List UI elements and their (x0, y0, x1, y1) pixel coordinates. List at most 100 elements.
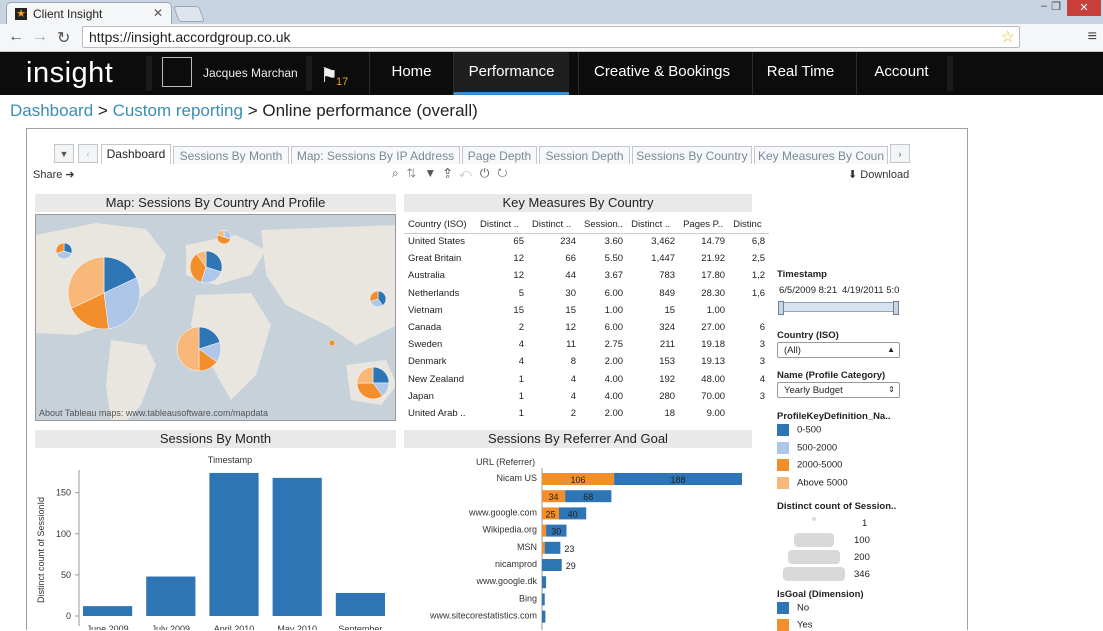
table-cell: 4 (518, 356, 524, 368)
table-cell: 153 (659, 356, 676, 368)
legend-item[interactable]: 500-2000 (777, 441, 837, 454)
reload-icon[interactable]: ↻ (57, 28, 70, 48)
tab-scroll-left-icon[interactable]: ‹ (78, 144, 98, 163)
url-text: https://insight.accordgroup.co.uk (89, 29, 291, 45)
minimize-icon[interactable]: ‒ (1041, 0, 1047, 12)
breadcrumb-separator: > (247, 101, 263, 120)
nav-real-time[interactable]: Real Time (752, 52, 848, 95)
bar[interactable] (209, 472, 259, 616)
nav-performance[interactable]: Performance (453, 52, 569, 95)
bar-segment-yes[interactable] (542, 541, 545, 554)
nav-home[interactable]: Home (369, 52, 453, 95)
country-dropdown[interactable]: (All) ▲ (777, 342, 900, 358)
slider-start-handle[interactable] (778, 301, 784, 315)
tab-sessions-by-month[interactable]: Sessions By Month (173, 146, 289, 164)
bar-segment-yes[interactable] (542, 524, 547, 537)
nav-creative-bookings[interactable]: Creative & Bookings (578, 52, 745, 95)
table-row[interactable]: Vietnam 15 15 1.00 15 1.00 (404, 302, 769, 319)
tab-page-depth[interactable]: Page Depth (462, 146, 537, 164)
bar[interactable] (335, 592, 385, 616)
slider-end-handle[interactable] (893, 301, 899, 315)
legend-item[interactable]: Above 5000 (777, 476, 848, 489)
bar-segment-no[interactable] (542, 593, 545, 606)
data-label: 23 (564, 544, 574, 554)
bar[interactable] (83, 606, 133, 616)
share-button[interactable]: Share ➜ (33, 168, 75, 181)
legend-item[interactable]: 0-500 (777, 424, 821, 436)
table-row[interactable]: United States 65 234 3.60 3,462 14.79 6,8 (404, 233, 769, 250)
bar-segment-no[interactable] (542, 576, 547, 589)
map-pie-slice[interactable] (328, 339, 336, 347)
referrer-chart[interactable]: URL (Referrer) Nicam US 106 188 34 68 www.goog… (404, 450, 774, 630)
goal-legend-title: IsGoal (Dimension) (777, 589, 864, 600)
table-row[interactable]: Netherlands 5 30 6.00 849 28.30 1,6 (404, 285, 769, 302)
new-tab-button[interactable] (173, 6, 205, 22)
bar-segment-no[interactable] (544, 541, 561, 554)
table-row[interactable]: Sweden 4 11 2.75 211 19.18 3 (404, 336, 769, 353)
back-arrow-icon[interactable]: ← (8, 28, 24, 46)
tab-session-depth[interactable]: Session Depth (539, 146, 630, 164)
x-axis-title: Timestamp (208, 455, 252, 465)
table-cell: 27.00 (701, 322, 726, 334)
sessions-map[interactable]: About Tableau maps: www.tableausoftware.… (35, 214, 396, 421)
bar[interactable] (272, 477, 322, 616)
filter-icon[interactable]: ▼ (424, 166, 444, 180)
export-icon[interactable]: ⇪ (444, 166, 459, 180)
table-row[interactable]: Japan 1 4 4.00 280 70.00 3 (404, 388, 769, 405)
forward-arrow-icon[interactable]: → (32, 28, 48, 46)
breadcrumb-dashboard[interactable]: Dashboard (10, 101, 93, 120)
find-icon[interactable]: ⌕ (392, 166, 407, 180)
download-button[interactable]: ⬇ Download (848, 168, 909, 181)
tab-dashboard[interactable]: Dashboard (101, 144, 171, 164)
profile-dropdown[interactable]: Yearly Budget ⇕ (777, 382, 900, 398)
tab-map-sessions-by-ip[interactable]: Map: Sessions By IP Address (291, 146, 460, 164)
bookmark-star-icon[interactable]: ☆ (1001, 27, 1015, 47)
tab-list-dropdown-icon[interactable]: ▼ (54, 144, 74, 163)
address-bar[interactable]: https://insight.accordgroup.co.uk ☆ (82, 26, 1020, 48)
table-row[interactable]: Great Britain 12 66 5.50 1,447 21.92 2,5 (404, 250, 769, 267)
column-header[interactable]: Distinc (729, 216, 770, 234)
bar[interactable] (146, 576, 196, 616)
table-row[interactable]: New Zealand 1 4 4.00 192 48.00 4 (404, 371, 769, 388)
logo[interactable]: insight (26, 57, 113, 90)
column-header[interactable]: Distinct .. (627, 216, 680, 234)
timestamp-slider[interactable] (778, 301, 899, 315)
browser-tab[interactable]: ★ Client Insight ✕ (6, 2, 172, 24)
tab-scroll-right-icon[interactable]: › (890, 144, 910, 163)
maximize-icon[interactable]: ❐ (1051, 0, 1061, 13)
table-row[interactable]: Australia 12 44 3.67 783 17.80 1,2 (404, 267, 769, 284)
table-row[interactable]: Canada 2 12 6.00 324 27.00 6 (404, 319, 769, 336)
legend-item[interactable]: No (777, 602, 809, 614)
map-credit[interactable]: About Tableau maps: www.tableausoftware.… (39, 408, 268, 418)
close-tab-icon[interactable]: ✕ (153, 6, 163, 20)
map-pie-slice[interactable] (372, 366, 390, 384)
sort-icon[interactable]: ⇅ (407, 166, 425, 180)
column-header[interactable]: Session.. (580, 216, 628, 234)
sessions-by-month-chart[interactable]: Timestamp Distinct count of SessionId 0 50 1… (35, 450, 396, 630)
tab-sessions-by-country[interactable]: Sessions By Country (632, 146, 752, 164)
nav-account[interactable]: Account (856, 52, 946, 95)
bar-segment-no[interactable] (542, 559, 562, 571)
refresh-icon[interactable]: ↻ (497, 166, 515, 180)
table-cell: 4.00 (604, 373, 624, 385)
browser-menu-icon[interactable]: ≡ (1088, 28, 1097, 46)
legend-item[interactable]: Yes (777, 619, 813, 631)
column-header[interactable]: Distinct .. (476, 216, 528, 234)
table-row[interactable]: Denmark 4 8 2.00 153 19.13 3 (404, 353, 769, 370)
breadcrumb-custom-reporting[interactable]: Custom reporting (113, 101, 243, 120)
revert-icon[interactable]: ⏻ (480, 166, 498, 180)
table-row[interactable]: United Arab .. 1 2 2.00 18 9.00 (404, 405, 769, 422)
legend-item[interactable]: 2000-5000 (777, 459, 842, 471)
column-header[interactable]: Country (ISO) (404, 216, 476, 234)
bar-segment-no[interactable] (542, 610, 546, 623)
window-close-icon[interactable]: ✕ (1067, 0, 1101, 16)
undo-icon[interactable]: ↶ (459, 166, 480, 180)
map-pie-slice[interactable] (176, 326, 200, 372)
column-header[interactable]: Distinct .. (528, 216, 580, 234)
table-cell: 48.00 (701, 373, 726, 385)
user-name[interactable]: Jacques Marchan (203, 66, 298, 80)
map-pie-slice[interactable] (356, 366, 374, 384)
avatar[interactable] (162, 57, 192, 87)
column-header[interactable]: Pages P.. (679, 216, 730, 234)
tab-key-measures[interactable]: Key Measures By Coun (754, 146, 888, 164)
